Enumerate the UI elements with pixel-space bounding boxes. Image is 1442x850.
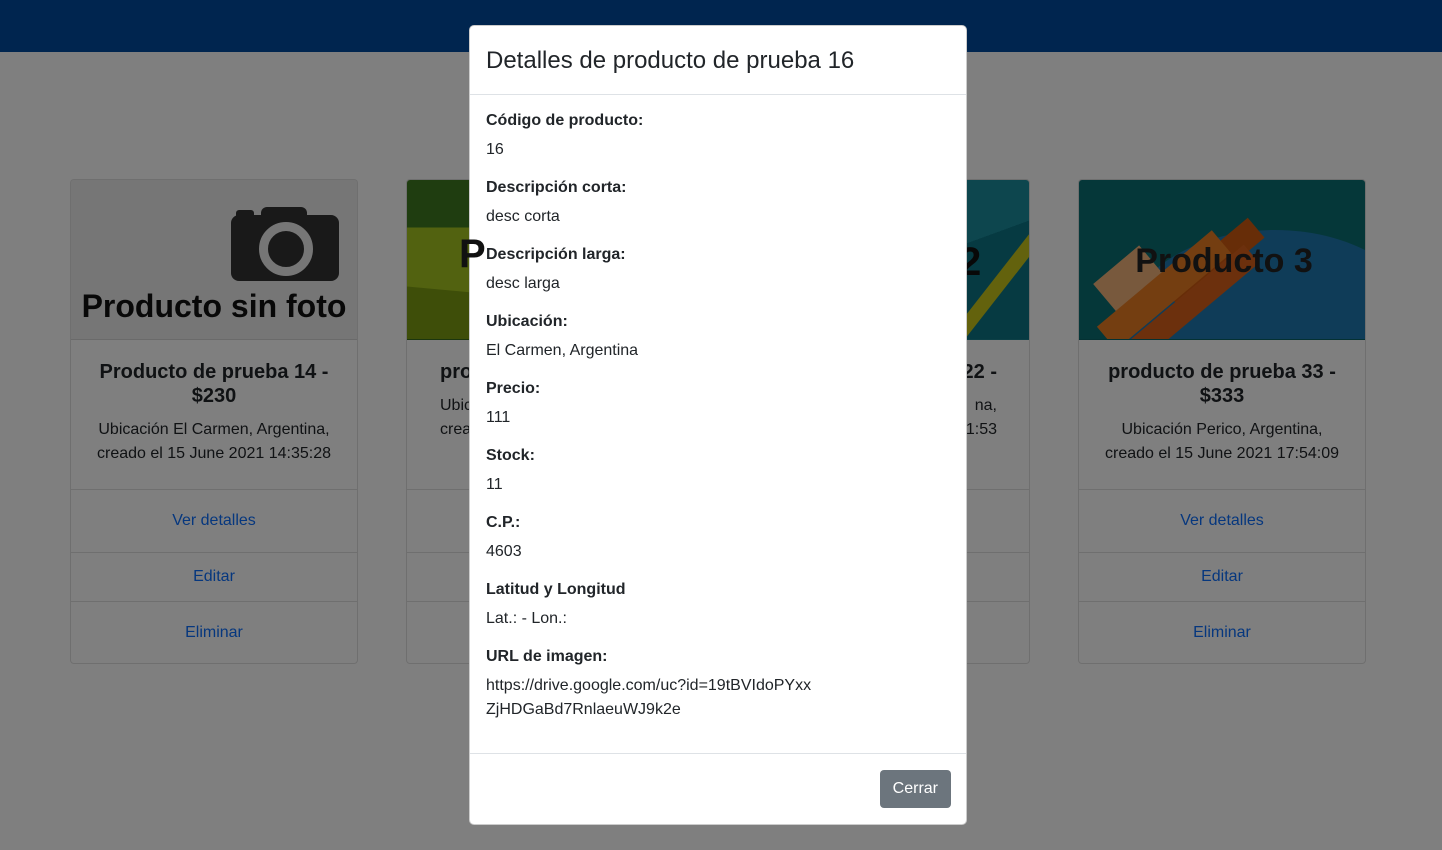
field-long-description: Descripción larga: desc larga bbox=[486, 243, 950, 310]
field-label: Descripción larga: bbox=[486, 246, 626, 263]
field-label: Latitud y Longitud bbox=[486, 581, 626, 598]
field-label: Stock: bbox=[486, 447, 535, 464]
field-label: Ubicación: bbox=[486, 313, 568, 330]
field-value: desc corta bbox=[486, 208, 560, 225]
modal-footer: Cerrar bbox=[470, 753, 966, 824]
field-label: Precio: bbox=[486, 380, 541, 397]
modal-header: Detalles de producto de prueba 16 bbox=[470, 26, 966, 95]
image-caption: Producto 3 bbox=[1135, 242, 1313, 280]
field-product-code: Código de producto: 16 bbox=[486, 109, 950, 176]
field-short-description: Descripción corta: desc corta bbox=[486, 176, 950, 243]
field-label: Descripción corta: bbox=[486, 179, 627, 196]
field-location: Ubicación: El Carmen, Argentina bbox=[486, 310, 950, 377]
field-value: El Carmen, Argentina bbox=[486, 342, 639, 359]
field-postal-code: C.P.: 4603 bbox=[486, 511, 950, 578]
field-label: Código de producto: bbox=[486, 112, 644, 129]
modal-title: Detalles de producto de prueba 16 bbox=[486, 46, 855, 74]
field-label: C.P.: bbox=[486, 514, 521, 531]
field-image-url: URL de imagen: https://drive.google.com/… bbox=[486, 645, 950, 722]
field-value: 4603 bbox=[486, 543, 522, 560]
field-value: desc larga bbox=[486, 275, 560, 292]
modal-body: Código de producto: 16 Descripción corta… bbox=[470, 95, 966, 755]
field-value: https://drive.google.com/uc?id=19tBVIdoP… bbox=[486, 677, 812, 718]
field-value: Lat.: - Lon.: bbox=[486, 610, 567, 627]
close-button[interactable]: Cerrar bbox=[879, 770, 951, 808]
image-caption: P bbox=[459, 232, 486, 276]
product-details-modal: Detalles de producto de prueba 16 Código… bbox=[469, 25, 967, 825]
field-value: 111 bbox=[486, 409, 511, 426]
field-label: URL de imagen: bbox=[486, 648, 608, 665]
field-value: 16 bbox=[486, 141, 504, 158]
field-lat-lon: Latitud y Longitud Lat.: - Lon.: bbox=[486, 578, 950, 645]
field-stock: Stock: 11 bbox=[486, 444, 950, 511]
field-price: Precio: 111 bbox=[486, 377, 950, 444]
field-value: 11 bbox=[486, 476, 503, 493]
